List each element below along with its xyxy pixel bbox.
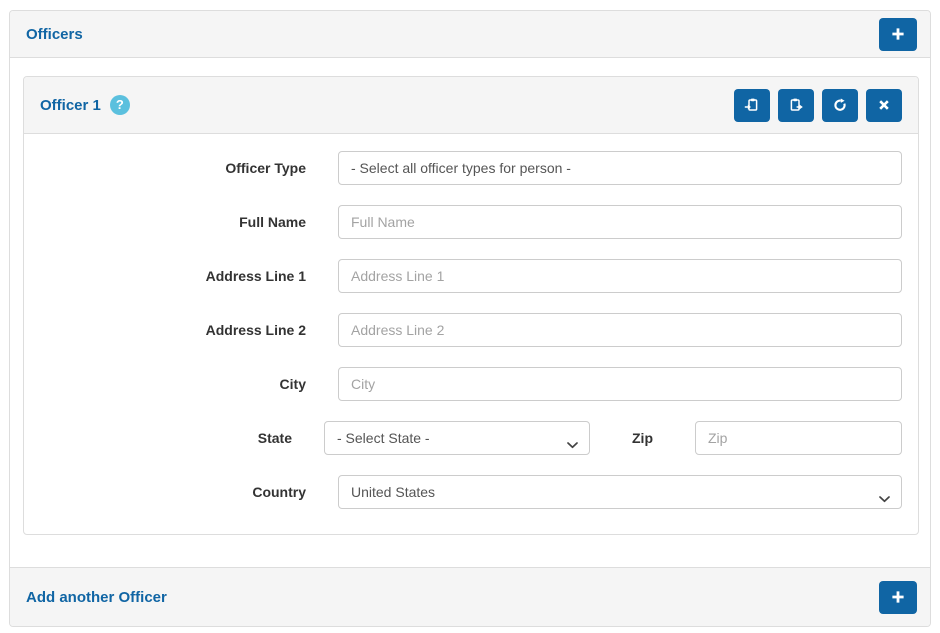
full-name-row: Full Name bbox=[24, 205, 902, 239]
officer-title: Officer 1 bbox=[40, 97, 101, 114]
add-officer-button[interactable] bbox=[879, 18, 917, 51]
copy-officer-button[interactable] bbox=[778, 89, 814, 122]
officer-type-select[interactable]: - Select all officer types for person - bbox=[338, 151, 902, 185]
country-label: Country bbox=[24, 484, 338, 500]
chevron-down-icon bbox=[879, 490, 890, 508]
officers-section: Officers Officer 1 ? bbox=[9, 10, 931, 627]
officer-type-label: Officer Type bbox=[24, 160, 338, 176]
help-icon[interactable]: ? bbox=[110, 95, 130, 115]
plus-icon bbox=[890, 26, 906, 42]
full-name-input[interactable] bbox=[338, 205, 902, 239]
officer-panel-header: Officer 1 ? bbox=[24, 77, 918, 134]
country-row: Country United States bbox=[24, 475, 902, 509]
add-another-officer-title: Add another Officer bbox=[26, 589, 167, 606]
state-zip-row: State - Select State - Zip bbox=[24, 421, 902, 455]
officer-panel: Officer 1 ? bbox=[23, 76, 919, 535]
officers-header-bar: Officers bbox=[10, 11, 930, 58]
country-select[interactable]: United States bbox=[338, 475, 902, 509]
officer-type-row: Officer Type - Select all officer types … bbox=[24, 151, 902, 185]
add-another-officer-bar: Add another Officer bbox=[10, 567, 930, 626]
zip-label: Zip bbox=[590, 430, 695, 446]
officer-form: Officer Type - Select all officer types … bbox=[24, 134, 918, 534]
import-officer-button[interactable] bbox=[734, 89, 770, 122]
add-another-officer-button[interactable] bbox=[879, 581, 917, 614]
zip-input[interactable] bbox=[695, 421, 902, 455]
state-select[interactable]: - Select State - bbox=[324, 421, 590, 455]
chevron-down-icon bbox=[567, 436, 578, 454]
city-label: City bbox=[24, 376, 338, 392]
reset-officer-button[interactable] bbox=[822, 89, 858, 122]
clipboard-arrow-out-icon bbox=[788, 97, 804, 113]
address-line-1-row: Address Line 1 bbox=[24, 259, 902, 293]
address-line-2-row: Address Line 2 bbox=[24, 313, 902, 347]
city-row: City bbox=[24, 367, 902, 401]
full-name-label: Full Name bbox=[24, 214, 338, 230]
officer-toolbar bbox=[726, 89, 902, 122]
remove-officer-button[interactable] bbox=[866, 89, 902, 122]
x-icon bbox=[876, 97, 892, 113]
plus-icon bbox=[890, 589, 906, 605]
officers-section-title: Officers bbox=[26, 26, 83, 43]
state-label: State bbox=[24, 430, 324, 446]
city-input[interactable] bbox=[338, 367, 902, 401]
address-line-1-label: Address Line 1 bbox=[24, 268, 338, 284]
clipboard-arrow-in-icon bbox=[744, 97, 760, 113]
refresh-icon bbox=[832, 97, 848, 113]
address-line-2-label: Address Line 2 bbox=[24, 322, 338, 338]
address-line-1-input[interactable] bbox=[338, 259, 902, 293]
address-line-2-input[interactable] bbox=[338, 313, 902, 347]
